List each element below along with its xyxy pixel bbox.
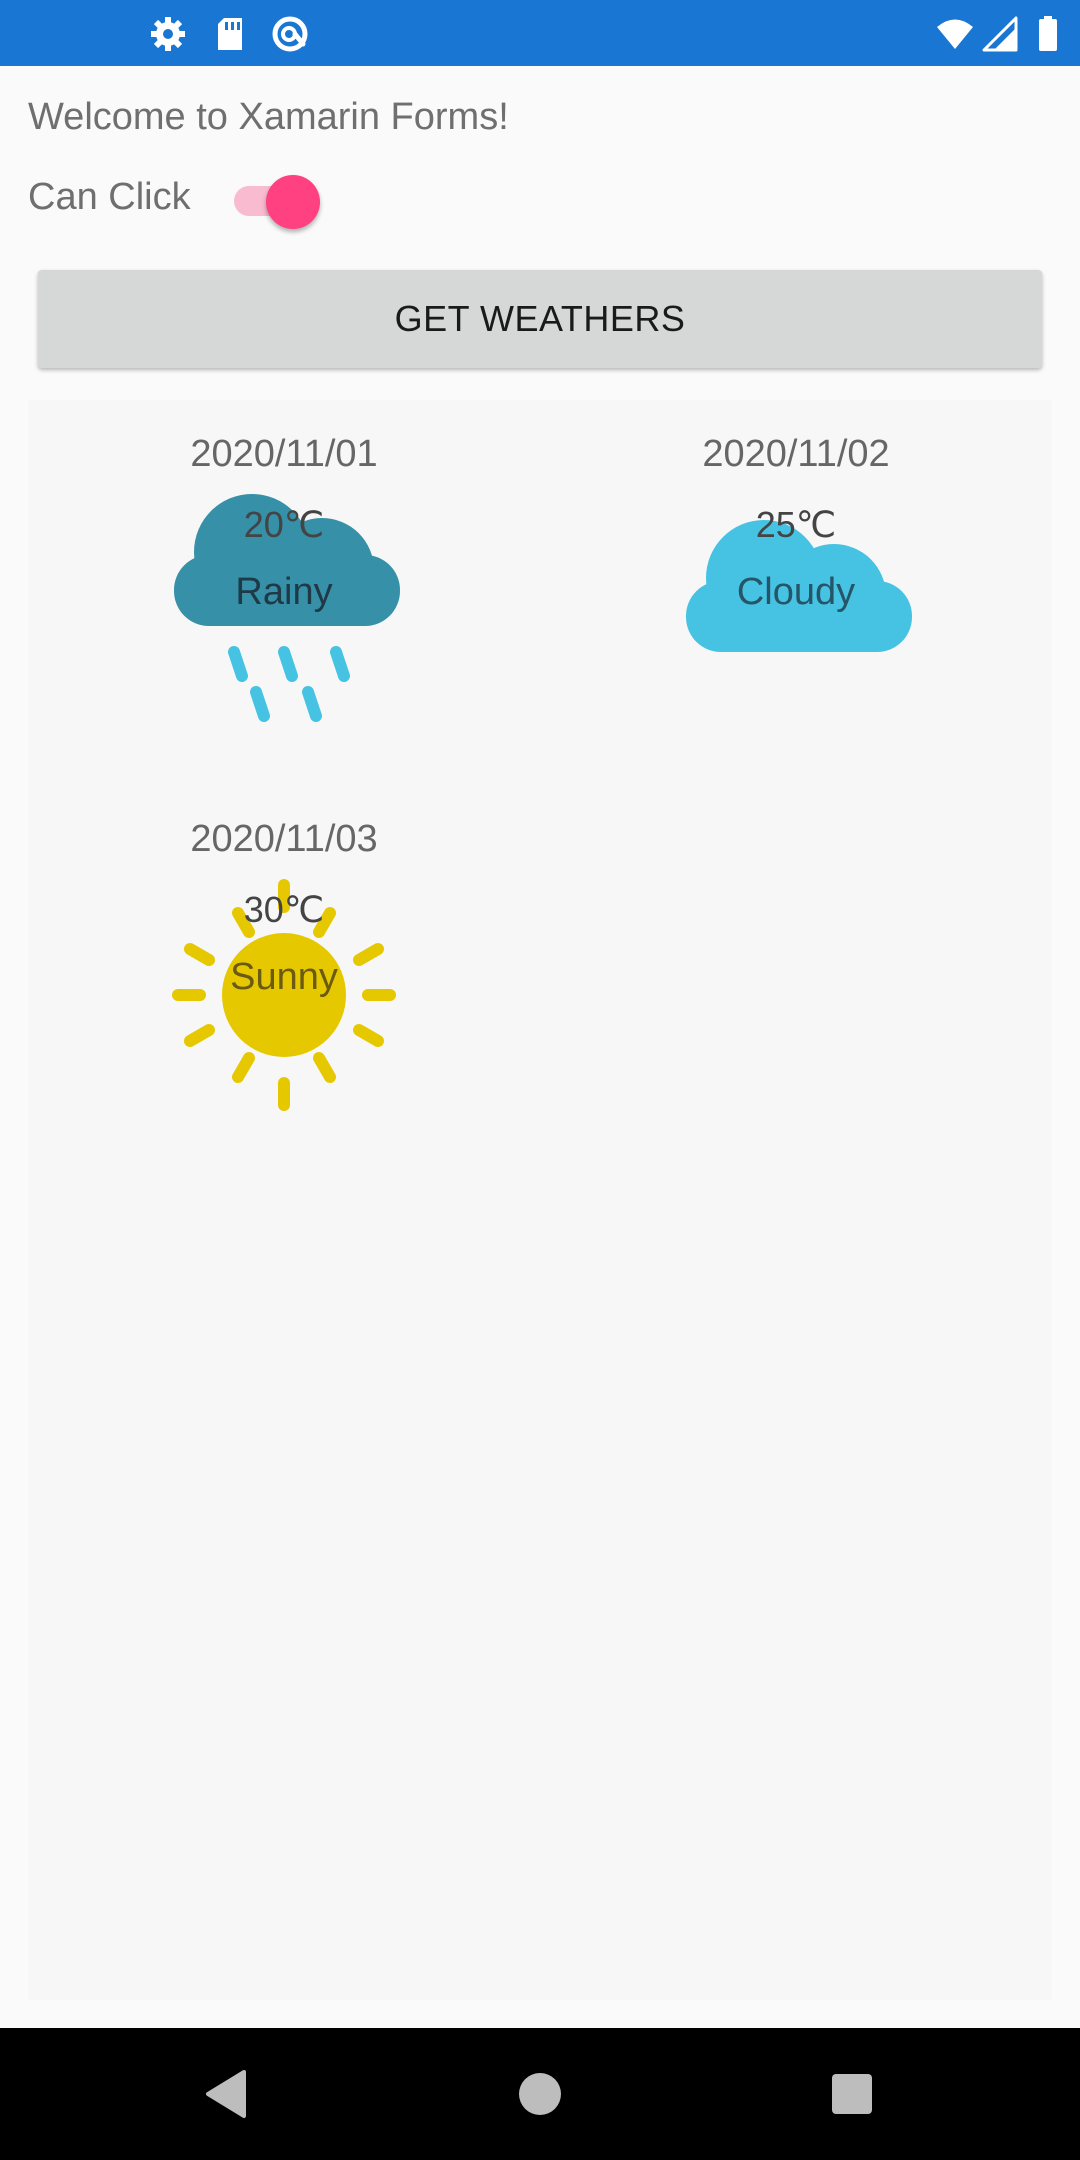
weather-item[interactable]: 2020/11/03 30℃ Sunny <box>134 785 434 1115</box>
weather-list: 2020/11/01 20℃ Rainy 2020/11/02 25℃ Clou… <box>28 400 1052 2000</box>
home-icon[interactable] <box>510 2064 570 2124</box>
weather-condition: Cloudy <box>736 571 856 613</box>
weather-item[interactable]: 2020/11/01 20℃ Rainy <box>134 400 434 730</box>
sd-card-icon <box>210 14 250 54</box>
battery-icon <box>1028 14 1068 54</box>
get-weathers-button[interactable]: GET WEATHERS <box>38 270 1042 368</box>
weather-temperature: 20℃ <box>243 504 325 545</box>
back-icon[interactable] <box>196 2064 256 2124</box>
status-bar <box>0 0 1080 66</box>
weather-temperature: 30℃ <box>243 889 325 930</box>
at-sign-icon <box>270 14 310 54</box>
weather-temperature: 25℃ <box>755 504 837 545</box>
cell-signal-icon <box>980 14 1020 54</box>
weather-date: 2020/11/02 <box>702 433 890 475</box>
navigation-bar <box>0 2028 1080 2160</box>
recents-icon[interactable] <box>822 2064 882 2124</box>
gear-icon <box>148 14 188 54</box>
weather-item[interactable]: 2020/11/02 25℃ Cloudy <box>646 400 946 730</box>
weather-condition: Sunny <box>230 956 338 998</box>
wifi-icon <box>935 14 975 54</box>
welcome-text: Welcome to Xamarin Forms! <box>28 96 509 138</box>
can-click-label: Can Click <box>28 176 191 218</box>
toggle-thumb[interactable] <box>266 175 320 229</box>
weather-date: 2020/11/01 <box>190 433 378 475</box>
weather-date: 2020/11/03 <box>190 818 378 860</box>
can-click-toggle[interactable] <box>232 171 324 229</box>
weather-condition: Rainy <box>235 571 333 613</box>
